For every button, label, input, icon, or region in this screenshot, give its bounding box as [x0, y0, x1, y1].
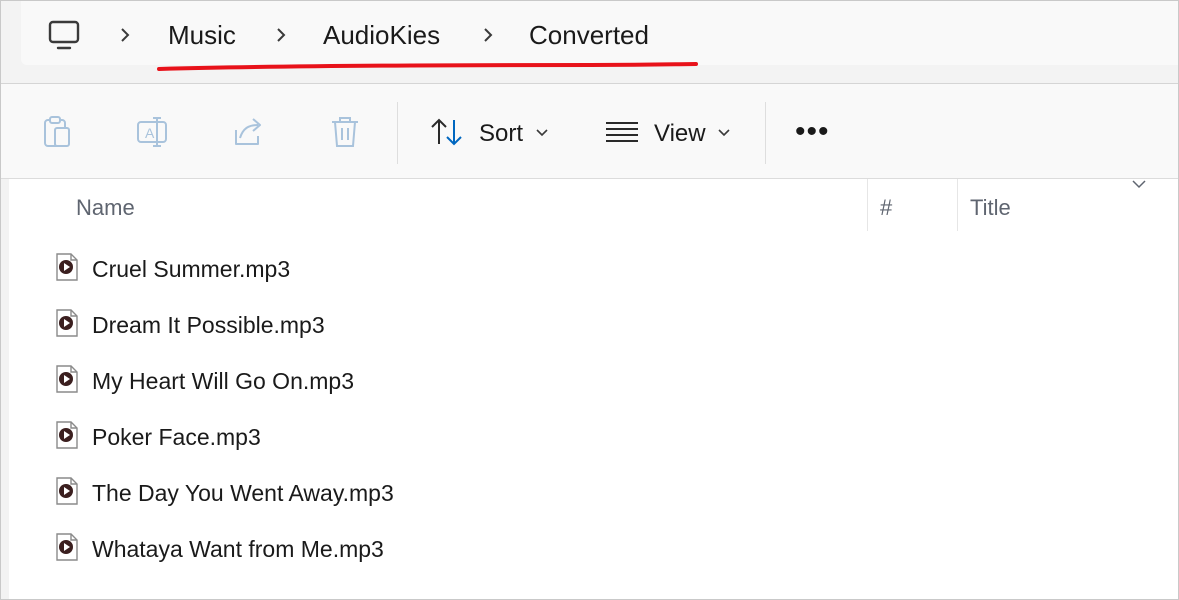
- chevron-right-icon[interactable]: [115, 25, 135, 45]
- audio-file-icon: [56, 309, 78, 337]
- chevron-right-icon[interactable]: [271, 25, 291, 45]
- toolbar-separator: [397, 102, 398, 164]
- breadcrumb-item-audiokies[interactable]: AudioKies: [323, 19, 440, 51]
- column-header-title[interactable]: Title: [970, 195, 1011, 221]
- command-bar: A Sort View •••: [1, 84, 1178, 179]
- sort-button[interactable]: Sort: [479, 120, 523, 148]
- view-icon[interactable]: [604, 114, 640, 150]
- list-item[interactable]: My Heart Will Go On.mp3: [49, 359, 1169, 405]
- breadcrumb-item-converted[interactable]: Converted: [529, 19, 649, 51]
- file-name[interactable]: Whataya Want from Me.mp3: [92, 535, 384, 563]
- file-name[interactable]: Poker Face.mp3: [92, 423, 261, 451]
- column-header-name[interactable]: Name: [76, 195, 135, 221]
- sort-chevron-icon: [1132, 180, 1146, 189]
- annotation-underline: [157, 62, 698, 71]
- list-item[interactable]: Poker Face.mp3: [49, 415, 1169, 461]
- column-header-number[interactable]: #: [880, 195, 892, 221]
- toolbar-separator: [765, 102, 766, 164]
- view-button[interactable]: View: [654, 120, 706, 148]
- column-divider[interactable]: [867, 179, 868, 231]
- audio-file-icon: [56, 533, 78, 561]
- address-bar-strip: Music AudioKies Converted: [1, 1, 1178, 84]
- list-item[interactable]: Dream It Possible.mp3: [49, 303, 1169, 349]
- list-item[interactable]: The Day You Went Away.mp3: [49, 471, 1169, 517]
- audio-file-icon: [56, 365, 78, 393]
- breadcrumb-item-music[interactable]: Music: [168, 19, 236, 51]
- column-header-row: Name # Title: [9, 179, 1178, 235]
- chevron-down-icon[interactable]: [717, 126, 731, 140]
- navigation-pane-edge[interactable]: [1, 179, 9, 599]
- delete-icon[interactable]: [327, 114, 363, 150]
- file-name[interactable]: The Day You Went Away.mp3: [92, 479, 394, 507]
- paste-icon[interactable]: [39, 114, 75, 150]
- chevron-down-icon[interactable]: [535, 126, 549, 140]
- sort-icon[interactable]: [429, 114, 465, 150]
- share-icon[interactable]: [231, 114, 267, 150]
- file-name[interactable]: Dream It Possible.mp3: [92, 311, 325, 339]
- computer-icon[interactable]: [47, 18, 81, 52]
- file-name[interactable]: Cruel Summer.mp3: [92, 255, 290, 283]
- audio-file-icon: [56, 253, 78, 281]
- file-explorer-window: Music AudioKies Converted A Sort View ••…: [0, 0, 1179, 600]
- audio-file-icon: [56, 477, 78, 505]
- more-icon[interactable]: •••: [795, 114, 830, 150]
- column-divider[interactable]: [957, 179, 958, 231]
- file-name[interactable]: My Heart Will Go On.mp3: [92, 367, 354, 395]
- list-item[interactable]: Whataya Want from Me.mp3: [49, 527, 1169, 573]
- list-item[interactable]: Cruel Summer.mp3: [49, 247, 1169, 293]
- audio-file-icon: [56, 421, 78, 449]
- svg-text:A: A: [145, 125, 155, 141]
- chevron-right-icon[interactable]: [478, 25, 498, 45]
- rename-icon[interactable]: A: [135, 114, 171, 150]
